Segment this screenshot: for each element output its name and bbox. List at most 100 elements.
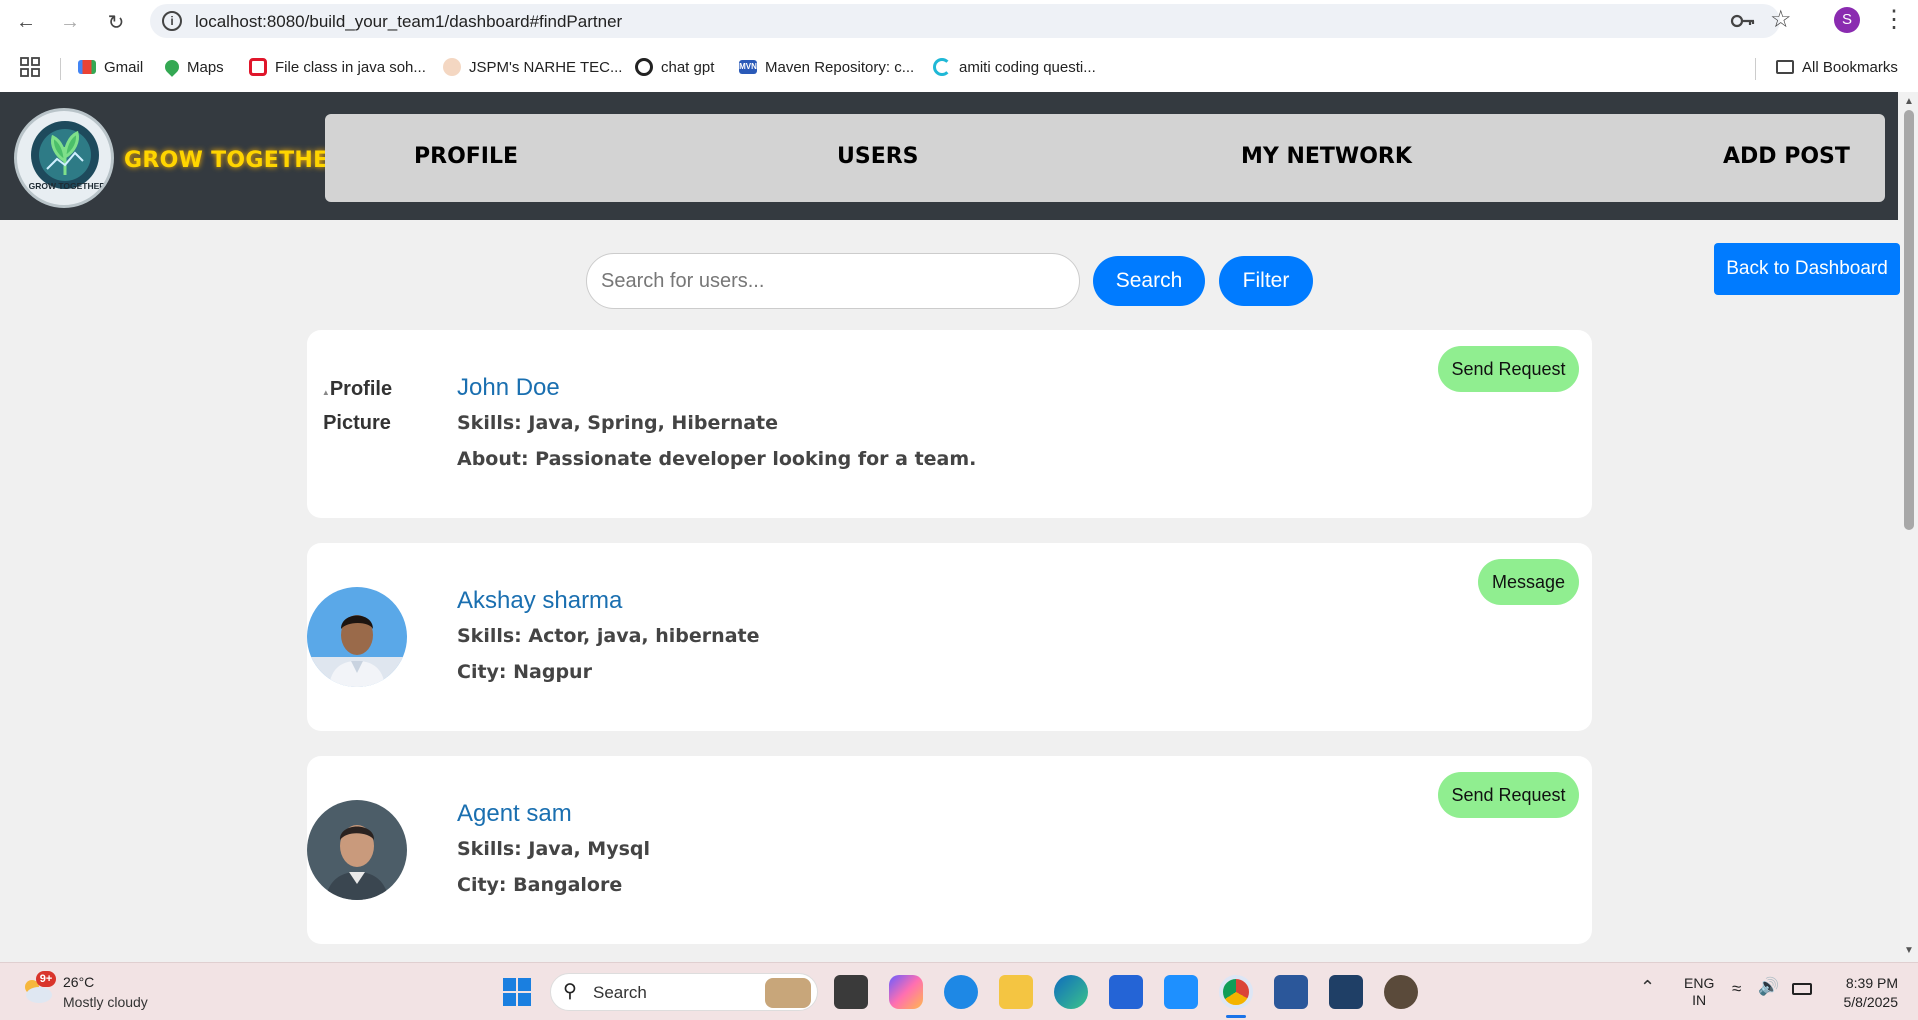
bookmark-label: File class in java soh... [275,58,426,76]
weather-temperature[interactable]: 26°C [63,974,94,990]
help-icon[interactable] [944,975,978,1009]
bookmark-gmail[interactable]: Gmail [78,56,143,78]
bookmarks-bar: Gmail Maps File class in java soh... JSP… [0,42,1918,92]
user-name[interactable]: Agent sam [457,800,572,828]
task-view-icon[interactable] [834,975,868,1009]
language-indicator[interactable]: ENG IN [1684,975,1714,1009]
taskbar-search[interactable]: ⚲ Search [550,973,818,1011]
chrome-icon[interactable] [1219,975,1253,1009]
apps-grid-icon[interactable] [20,57,40,77]
bookmark-amiti[interactable]: amiti coding questi... [933,56,1096,78]
menu-kebab-icon[interactable]: ⋮ [1882,5,1906,34]
filter-button[interactable]: Filter [1219,256,1313,306]
show-hidden-icons-chevron-icon[interactable]: ⌃ [1640,977,1655,998]
chatgpt-icon [635,58,653,76]
user-skills: Skills: Actor, java, hibernate [457,625,760,647]
maps-pin-icon [162,57,182,77]
bookmark-label: Maven Repository: c... [765,58,915,76]
bookmark-label: chat gpt [661,58,715,76]
oracle-icon [249,58,267,76]
bookmark-star-icon[interactable]: ☆ [1770,5,1792,34]
profile-avatar[interactable]: S [1834,7,1860,33]
wifi-icon[interactable]: ≈ [1732,979,1741,999]
bookmark-jspm[interactable]: JSPM's NARHE TEC... [443,56,622,78]
back-to-dashboard-button[interactable]: Back to Dashboard [1714,243,1900,295]
user-about: About: Passionate developer looking for … [457,448,977,470]
user-city: City: Bangalore [457,874,623,896]
address-bar[interactable]: i localhost:8080/build_your_team1/dashbo… [150,4,1780,38]
bookmark-chatgpt[interactable]: chat gpt [635,56,714,78]
bookmark-maven[interactable]: MVN Maven Repository: c... [739,56,914,78]
avatar-photo-icon [307,587,407,687]
broken-profile-picture: ▲Profile Picture [307,374,407,438]
search-button[interactable]: Search [1093,256,1205,306]
bookmarks-divider [1755,58,1756,80]
all-bookmarks-button[interactable]: All Bookmarks [1776,56,1898,78]
send-request-button[interactable]: Send Request [1438,772,1579,818]
main-nav: PROFILE USERS MY NETWORK ADD POST [325,114,1885,202]
active-app-indicator [1226,1015,1246,1018]
bookmark-label: JSPM's NARHE TEC... [469,58,623,76]
bookmark-maps[interactable]: Maps [162,56,224,78]
app-icon[interactable] [1384,975,1418,1009]
brand-name[interactable]: GROW TOGETHER [124,148,346,173]
mysql-workbench-icon[interactable] [1329,975,1363,1009]
nav-users[interactable]: USERS [837,144,919,169]
word-icon[interactable] [1274,975,1308,1009]
bookmark-label: amiti coding questi... [959,58,1096,76]
user-search-input[interactable] [586,253,1080,309]
myhp-icon[interactable] [1164,975,1198,1009]
grow-together-logo[interactable]: GROW TOGETHER [14,108,114,208]
system-clock[interactable]: 8:39 PM 5/8/2025 [1830,974,1899,1012]
user-card: Agent sam Skills: Java, Mysql City: Bang… [307,756,1592,944]
bookmark-file-class[interactable]: File class in java soh... [249,56,426,78]
scroll-up-arrow-icon[interactable]: ▲ [1904,96,1914,107]
battery-icon[interactable] [1792,983,1812,995]
search-icon: ⚲ [563,981,577,1002]
site-info-icon[interactable]: i [162,11,182,31]
volume-icon[interactable]: 🔊 [1758,977,1779,997]
user-avatar [307,587,407,687]
send-request-button[interactable]: Send Request [1438,346,1579,392]
file-explorer-icon[interactable] [999,975,1033,1009]
maven-icon: MVN [739,60,757,74]
password-key-icon[interactable] [1730,10,1756,32]
user-name[interactable]: John Doe [457,374,560,402]
language-code: ENG [1684,975,1715,991]
user-name[interactable]: Akshay sharma [457,587,622,615]
profile-picture-alt: Profile Picture [323,378,393,434]
clock-date: 5/8/2025 [1843,994,1899,1010]
bookmark-label: Gmail [104,58,144,76]
folder-icon [1776,60,1794,74]
windows-taskbar: 9+ 26°C Mostly cloudy ⚲ Search ⌃ ENG IN … [0,962,1918,1020]
reload-icon[interactable]: ↻ [102,8,130,36]
nav-add-post[interactable]: ADD POST [1723,144,1850,169]
url-text[interactable]: localhost:8080/build_your_team1/dashboar… [195,12,622,32]
scroll-down-arrow-icon[interactable]: ▼ [1904,945,1914,956]
scrollbar-thumb[interactable] [1904,110,1914,530]
edge-browser-icon[interactable] [1054,975,1088,1009]
nav-my-network[interactable]: MY NETWORK [1241,144,1412,169]
avatar-photo-icon [307,800,407,900]
search-highlight-icon [765,978,811,1008]
microsoft-store-icon[interactable] [1109,975,1143,1009]
region-code: IN [1692,992,1707,1008]
message-button[interactable]: Message [1478,559,1579,605]
user-avatar [307,800,407,900]
forward-arrow-icon[interactable]: → [56,8,84,36]
user-skills: Skills: Java, Mysql [457,838,651,860]
site-header: GROW TOGETHER GROW TOGETHER PROFILE USER… [0,92,1898,220]
all-bookmarks-label: All Bookmarks [1802,58,1898,76]
nav-profile[interactable]: PROFILE [414,144,518,169]
gmail-icon [78,60,96,74]
back-arrow-icon[interactable]: ← [12,8,40,36]
copilot-icon[interactable] [889,975,923,1009]
user-card: ▲Profile Picture John Doe Skills: Java, … [307,330,1592,518]
weather-description[interactable]: Mostly cloudy [63,994,148,1010]
clock-time: 8:39 PM [1845,975,1898,991]
bookmark-label: Maps [187,58,224,76]
windows-start-icon[interactable] [500,975,534,1009]
amiti-icon [933,58,951,76]
taskbar-search-label: Search [593,983,647,1002]
broken-image-icon: ▲ [321,388,330,397]
